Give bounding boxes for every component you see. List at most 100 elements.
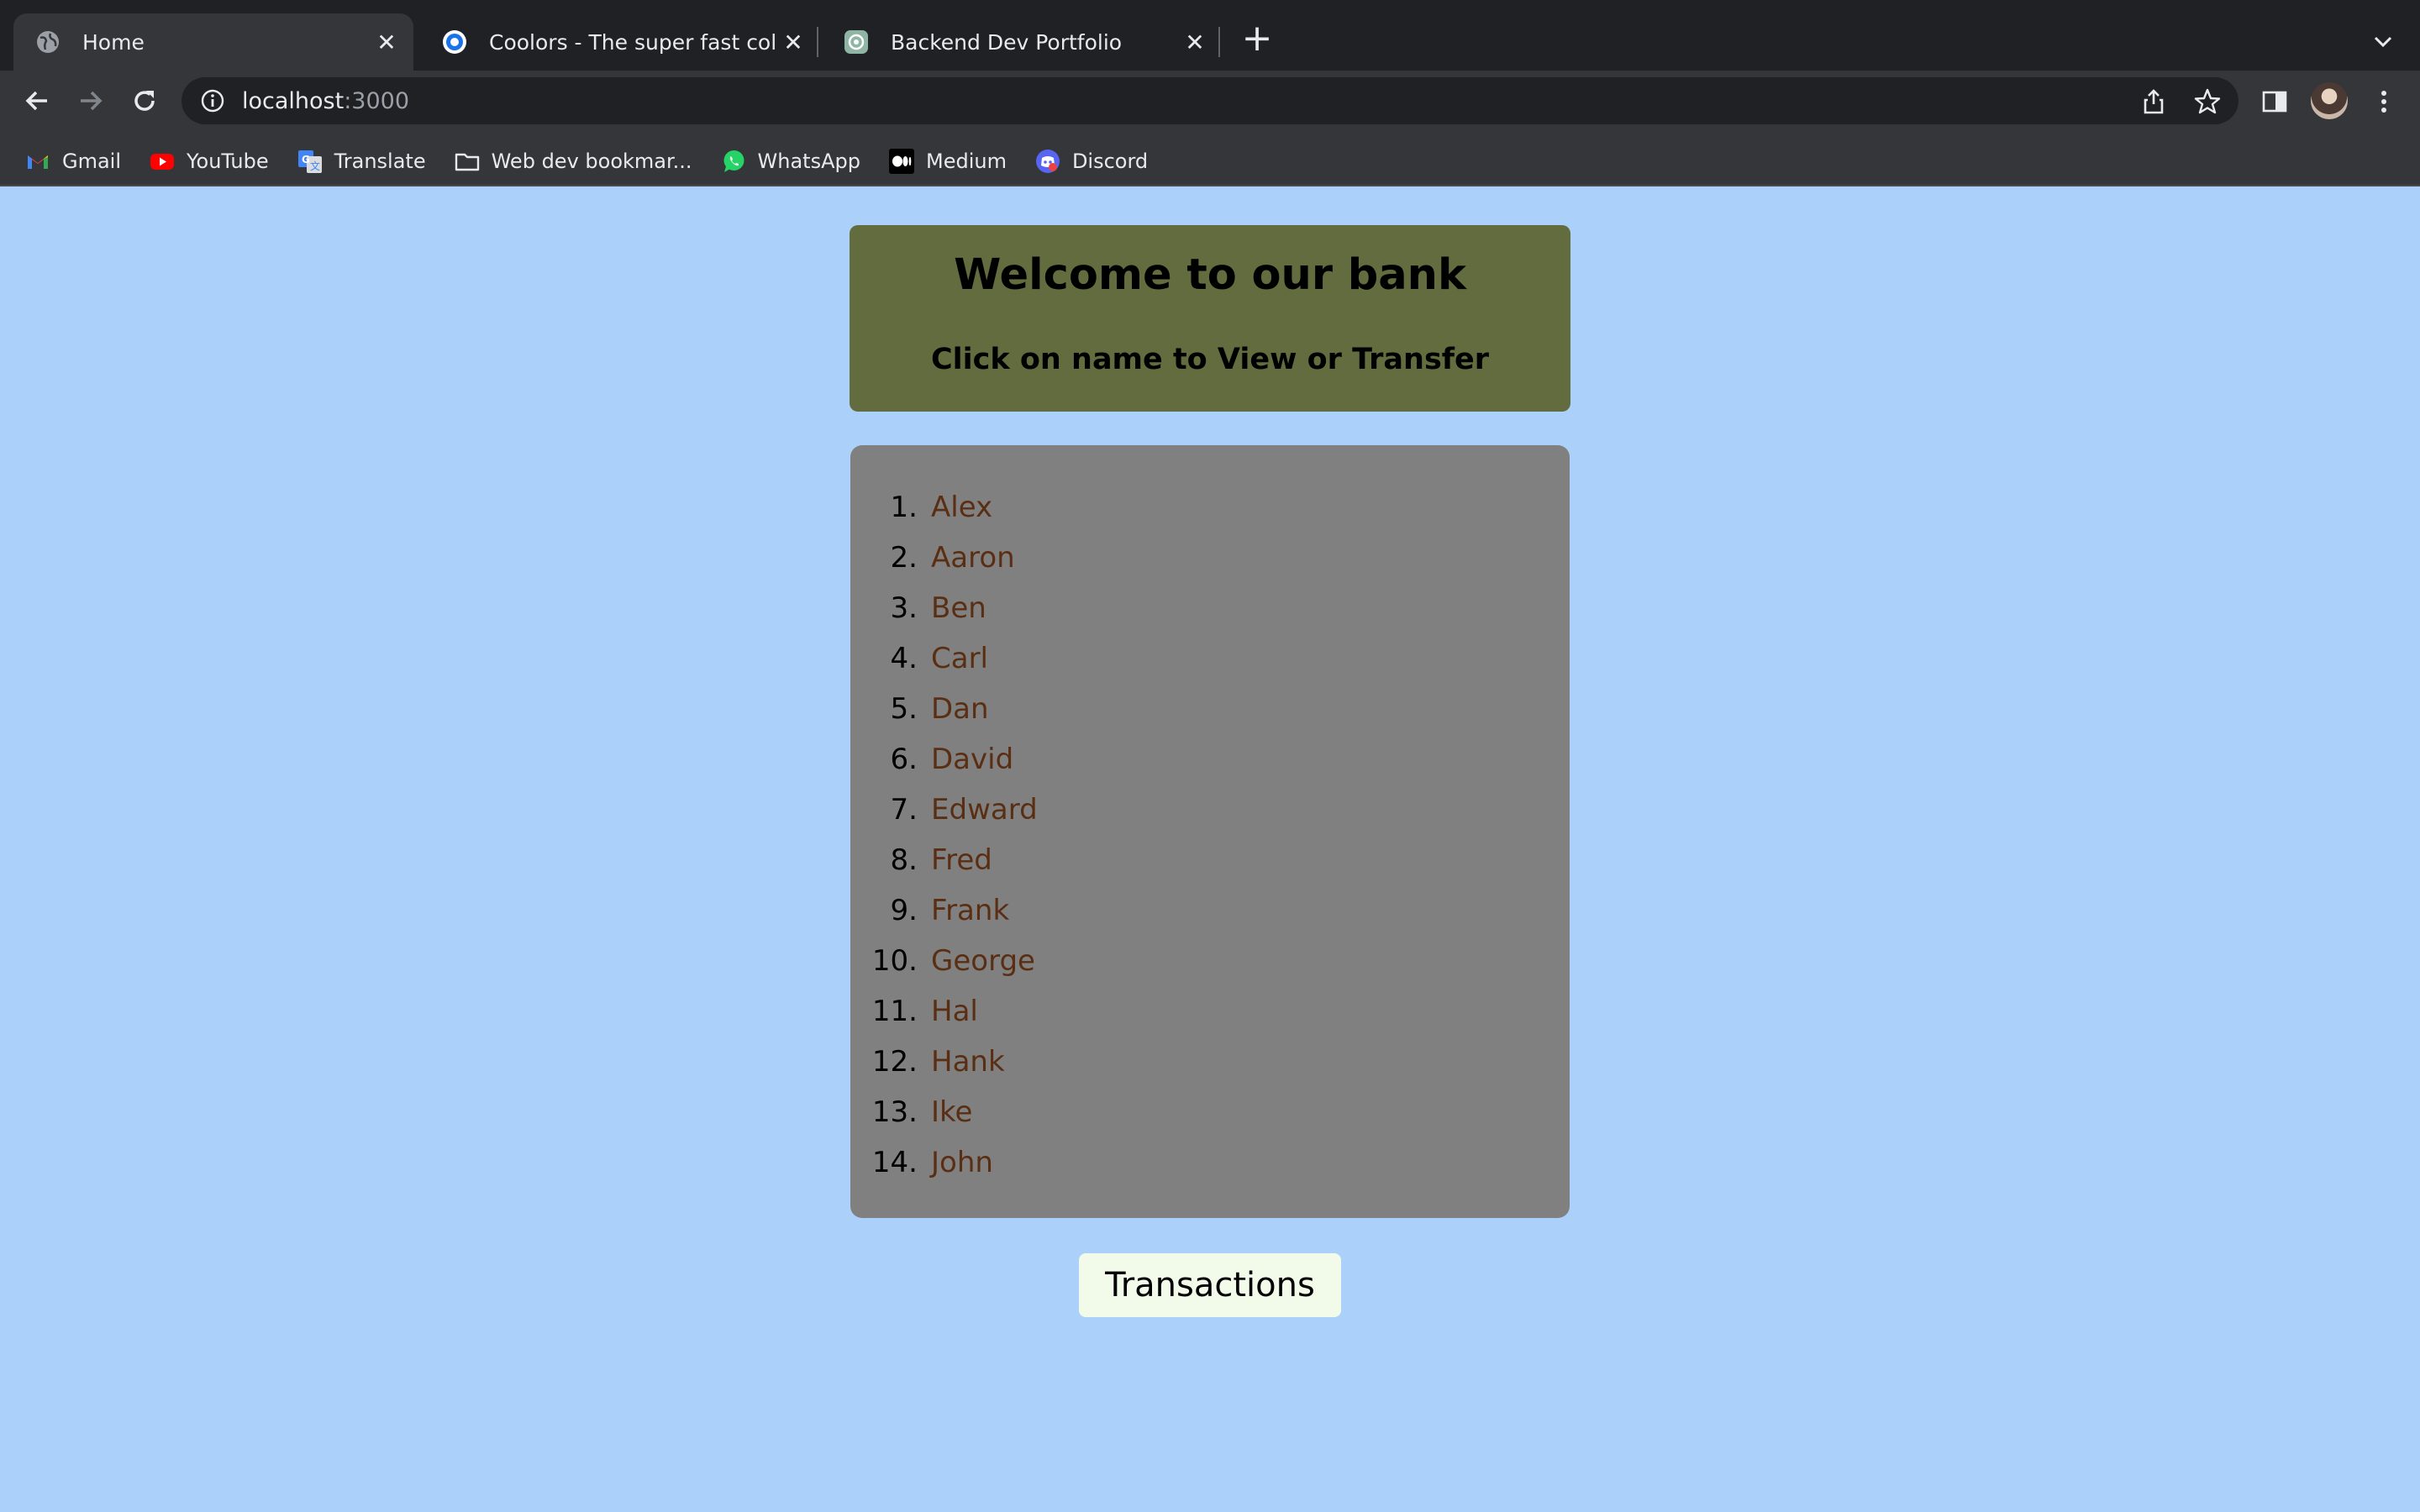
customer-link-fred[interactable]: Fred — [931, 843, 992, 877]
url-host: localhost — [242, 87, 345, 114]
customer-link-alex[interactable]: Alex — [931, 491, 992, 524]
list-number: 10. — [871, 944, 918, 978]
list-item: 9. Frank — [850, 885, 1570, 936]
globe-icon — [35, 29, 60, 55]
list-item: 12. Hank — [850, 1037, 1570, 1087]
list-item: 6. David — [850, 734, 1570, 785]
customer-link-john[interactable]: John — [931, 1146, 993, 1179]
customer-link-ike[interactable]: Ike — [931, 1095, 972, 1129]
tab-coolors[interactable]: Coolors - The super fast color p ✕ — [420, 13, 820, 71]
page-content: Welcome to our bank Click on name to Vie… — [0, 186, 2420, 1512]
bookmark-label: Discord — [1071, 150, 1149, 173]
info-icon[interactable] — [200, 88, 225, 113]
back-arrow-icon[interactable] — [18, 82, 55, 119]
customer-link-hank[interactable]: Hank — [931, 1045, 1005, 1079]
customer-link-hal[interactable]: Hal — [931, 995, 978, 1028]
translate-icon: G文 — [297, 149, 323, 174]
bookmark-star-icon[interactable] — [2193, 87, 2222, 116]
url-text: localhost:3000 — [242, 88, 409, 114]
list-item: 2. Aaron — [850, 533, 1570, 583]
bookmark-label: Gmail — [62, 150, 122, 173]
list-number: 2. — [890, 541, 918, 575]
bookmark-medium[interactable]: Medium — [888, 149, 1007, 174]
gmail-icon — [25, 149, 50, 174]
bookmark-youtube[interactable]: YouTube — [150, 149, 269, 174]
whatsapp-icon — [721, 149, 746, 174]
bookmark-label: YouTube — [187, 150, 269, 173]
list-item: 7. Edward — [850, 785, 1570, 835]
list-number: 3. — [890, 591, 918, 625]
bookmark-whatsapp[interactable]: WhatsApp — [721, 149, 860, 174]
list-item: 3. Ben — [850, 583, 1570, 633]
page-subtitle: Click on name to View or Transfer — [930, 343, 1490, 376]
customer-link-carl[interactable]: Carl — [931, 642, 988, 675]
list-item: 8. Fred — [850, 835, 1570, 885]
folder-icon — [455, 149, 480, 174]
address-bar[interactable]: localhost:3000 — [182, 77, 2238, 124]
bookmark-label: Translate — [334, 150, 426, 173]
list-number: 8. — [890, 843, 918, 877]
bookmark-label: Web dev bookmar... — [491, 150, 692, 173]
list-number: 6. — [890, 743, 918, 776]
list-number: 11. — [871, 995, 918, 1028]
close-icon[interactable]: ✕ — [1178, 29, 1212, 56]
chevron-down-icon[interactable] — [2366, 25, 2400, 59]
svg-text:G: G — [302, 154, 310, 165]
tab-separator — [817, 27, 818, 57]
reload-icon[interactable] — [126, 82, 163, 119]
welcome-header: Welcome to our bank Click on name to Vie… — [850, 225, 1570, 412]
customer-link-frank[interactable]: Frank — [931, 894, 1009, 927]
medium-icon — [888, 149, 914, 174]
list-number: 4. — [890, 642, 918, 675]
list-item: 1. Alex — [850, 482, 1570, 533]
transactions-button[interactable]: Transactions — [1079, 1253, 1341, 1317]
svg-text:文: 文 — [310, 160, 320, 172]
list-number: 5. — [890, 692, 918, 726]
openai-icon — [844, 29, 869, 55]
customer-link-aaron[interactable]: Aaron — [931, 541, 1015, 575]
list-item: 13. Ike — [850, 1087, 1570, 1137]
tab-title: Coolors - The super fast color p — [489, 29, 776, 55]
customer-link-ben[interactable]: Ben — [931, 591, 986, 625]
list-number: 1. — [890, 491, 918, 524]
bookmark-gmail[interactable]: Gmail — [25, 149, 121, 174]
bookmark-label: Medium — [925, 150, 1007, 173]
url-port: :3000 — [344, 87, 410, 114]
bookmark-translate[interactable]: G文 Translate — [297, 149, 426, 174]
coolors-icon — [442, 29, 467, 55]
customer-list-panel: 1. Alex 2. Aaron 3. Ben 4. Carl 5. Dan 6. David 7. Ed… — [850, 445, 1570, 1218]
tab-portfolio[interactable]: Backend Dev Portfolio ✕ — [822, 13, 1222, 71]
list-item: 11. Hal — [850, 986, 1570, 1037]
list-number: 13. — [871, 1095, 918, 1129]
tab-separator — [1218, 27, 1220, 57]
tab-title: Home — [82, 29, 145, 55]
customer-link-david[interactable]: David — [931, 743, 1013, 776]
customer-link-edward[interactable]: Edward — [931, 793, 1038, 827]
forward-arrow-icon[interactable] — [72, 82, 109, 119]
customer-list: 1. Alex 2. Aaron 3. Ben 4. Carl 5. Dan 6. David 7. Ed… — [850, 445, 1570, 1188]
bookmark-label: WhatsApp — [757, 150, 860, 173]
new-tab-plus-icon[interactable]: + — [1239, 20, 1276, 59]
tab-strip: Home ✕ Coolors - The super fast color p … — [0, 0, 2420, 71]
profile-avatar[interactable] — [2311, 82, 2348, 119]
page-title: Welcome to our bank — [954, 250, 1466, 300]
list-number: 14. — [871, 1146, 918, 1179]
list-item: 14. John — [850, 1137, 1570, 1188]
customer-link-dan[interactable]: Dan — [931, 692, 989, 726]
tab-title: Backend Dev Portfolio — [891, 29, 1123, 55]
browser-chrome: Home ✕ Coolors - The super fast color p … — [0, 0, 2420, 186]
close-icon[interactable]: ✕ — [776, 29, 810, 56]
share-icon[interactable] — [2139, 87, 2168, 116]
discord-icon — [1035, 149, 1060, 174]
bookmark-folder-webdev[interactable]: Web dev bookmar... — [455, 149, 692, 174]
more-menu-icon[interactable] — [2370, 87, 2398, 116]
tab-home[interactable]: Home ✕ — [13, 13, 413, 71]
list-item: 4. Carl — [850, 633, 1570, 684]
close-icon[interactable]: ✕ — [370, 29, 403, 56]
bookmark-discord[interactable]: Discord — [1035, 149, 1148, 174]
youtube-icon — [150, 149, 175, 174]
list-number: 12. — [871, 1045, 918, 1079]
list-number: 9. — [890, 894, 918, 927]
customer-link-george[interactable]: George — [931, 944, 1035, 978]
side-panel-icon[interactable] — [2260, 87, 2289, 116]
